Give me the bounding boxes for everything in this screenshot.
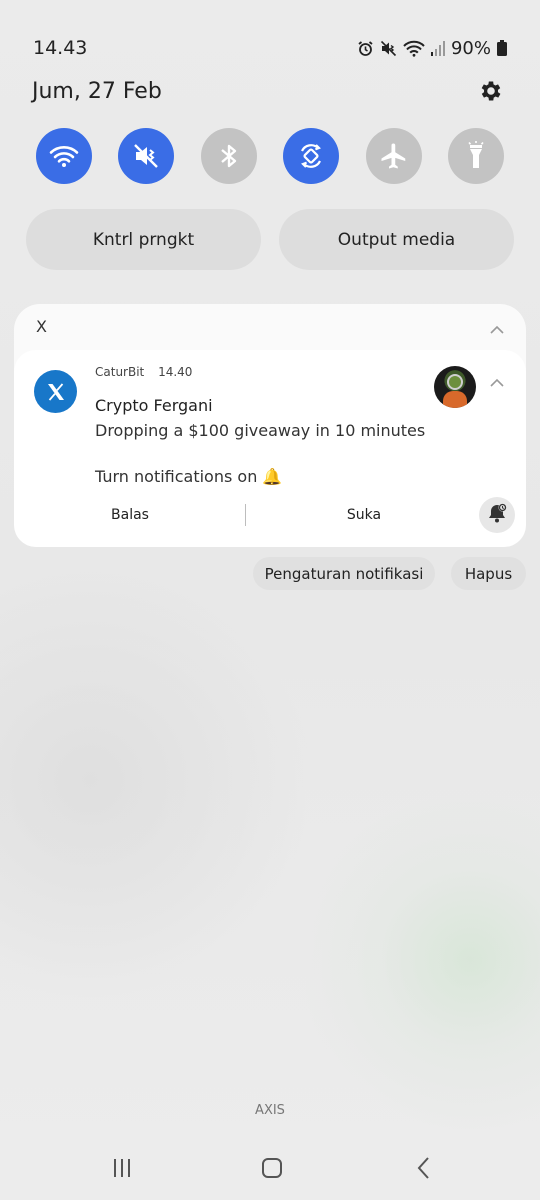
quick-settings-toggles	[36, 128, 504, 184]
notification-body: Dropping a $100 giveaway in 10 minutes T…	[95, 421, 426, 486]
app-name: X	[36, 317, 47, 336]
collapse-notification-chevron-icon[interactable]	[490, 373, 504, 387]
notification-time: 14.40	[158, 365, 193, 379]
airplane-mode-toggle[interactable]	[365, 128, 422, 184]
back-button[interactable]	[394, 1150, 454, 1190]
auto-rotate-toggle[interactable]	[283, 128, 340, 184]
like-button[interactable]: Suka	[318, 500, 410, 530]
date-row: Jum, 27 Feb	[32, 76, 504, 106]
back-icon	[416, 1156, 432, 1184]
mute-icon	[132, 142, 160, 170]
date-label: Jum, 27 Feb	[32, 78, 162, 104]
bluetooth-icon	[218, 142, 240, 170]
media-device-row: Kntrl prngkt Output media	[26, 209, 514, 270]
auto-rotate-icon	[296, 141, 326, 171]
carrier-label: AXIS	[255, 1103, 285, 1118]
wifi-icon	[403, 40, 425, 57]
sender-avatar	[434, 366, 476, 408]
bluetooth-toggle[interactable]	[200, 128, 257, 184]
home-icon	[260, 1156, 284, 1184]
notification-sender: CaturBit	[95, 365, 145, 379]
flashlight-toggle[interactable]	[447, 128, 504, 184]
media-output-button[interactable]: Output media	[279, 209, 514, 270]
clear-notifications-button[interactable]: Hapus	[451, 557, 526, 590]
device-control-button[interactable]: Kntrl prngkt	[26, 209, 261, 270]
clock: 14.43	[33, 37, 88, 59]
wifi-icon	[49, 144, 79, 168]
gear-icon[interactable]	[478, 78, 504, 104]
flashlight-icon	[465, 141, 487, 171]
recents-icon	[111, 1157, 133, 1183]
notification-actions: Balas Suka	[14, 497, 526, 533]
x-app-icon	[34, 370, 77, 413]
airplane-icon	[379, 141, 409, 171]
status-icons: 90%	[357, 38, 507, 59]
bell-snooze-icon	[486, 502, 508, 528]
snooze-bell-button[interactable]	[479, 497, 515, 533]
signal-icon	[430, 40, 445, 56]
battery-percent: 90%	[450, 37, 491, 59]
status-bar: 14.43 90%	[33, 36, 507, 60]
actions-divider	[245, 504, 246, 526]
navigation-bar	[0, 1150, 540, 1190]
notification-settings-button[interactable]: Pengaturan notifikasi	[253, 557, 435, 590]
notification-item[interactable]: CaturBit 14.40 Crypto Fergani Dropping a…	[14, 350, 526, 547]
recent-apps-button[interactable]	[92, 1150, 152, 1190]
home-button[interactable]	[242, 1150, 302, 1190]
battery-icon	[497, 40, 507, 56]
collapse-group-chevron-icon[interactable]	[490, 320, 504, 334]
mute-toggle[interactable]	[118, 128, 175, 184]
notification-group-card: X CaturBit 14.40 Crypto Fergani Dropping…	[14, 304, 526, 547]
notification-meta: CaturBit 14.40	[95, 365, 192, 379]
notification-app-header[interactable]: X	[14, 304, 526, 349]
reply-button[interactable]: Balas	[84, 500, 176, 530]
wifi-toggle[interactable]	[36, 128, 92, 184]
notification-title: Crypto Fergani	[95, 396, 213, 415]
mute-icon	[380, 40, 397, 57]
alarm-icon	[357, 40, 374, 57]
